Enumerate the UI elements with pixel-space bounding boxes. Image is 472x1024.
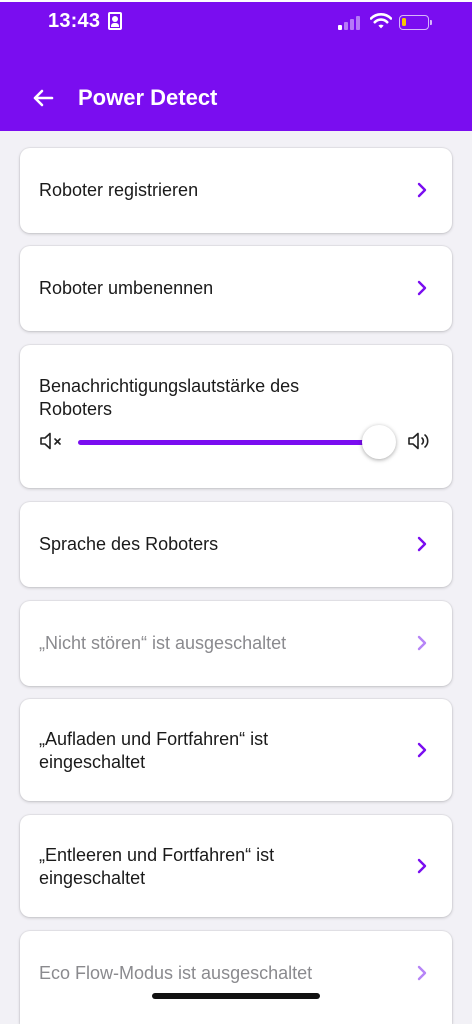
list-item-label: „Aufladen und Fortfahren“ ist eingeschal… [39,729,269,772]
chevron-right-icon [417,858,427,874]
top-border [0,0,472,2]
robot-language-item[interactable]: Sprache des Roboters [20,502,452,587]
volume-slider-thumb[interactable] [362,425,396,459]
do-not-disturb-item[interactable]: „Nicht stören“ ist ausgeschaltet [20,601,452,686]
eco-flow-mode-item[interactable]: Eco Flow-Modus ist ausgeschaltet [20,931,452,1024]
status-bar: 13:43 [0,8,472,36]
signal-icon [338,14,364,30]
sim-card-icon [108,12,122,30]
volume-up-icon[interactable] [406,430,434,452]
chevron-right-icon [417,742,427,758]
list-item-label: „Entleeren und Fortfahren“ ist eingescha… [39,845,275,888]
volume-slider-track[interactable] [78,440,378,445]
page-title: Power Detect [78,85,218,110]
battery-icon [399,15,432,30]
status-time: 13:43 [48,10,101,32]
wifi-icon [370,13,392,29]
volume-label: Benachrichtigungslautstärke des Roboters [39,376,300,419]
rename-robot-item[interactable]: Roboter umbenennen [20,246,452,331]
list-item-label: Roboter umbenennen [39,278,214,298]
app-header: 13:43 Power Detect [0,0,472,131]
chevron-right-icon [417,280,427,296]
list-item-label: Eco Flow-Modus ist ausgeschaltet [39,963,313,983]
register-robot-item[interactable]: Roboter registrieren [20,148,452,233]
chevron-right-icon [417,965,427,981]
back-arrow-icon[interactable] [30,84,56,112]
chevron-right-icon [417,536,427,552]
home-indicator[interactable] [152,993,320,999]
chevron-right-icon [417,182,427,198]
recharge-and-resume-item[interactable]: „Aufladen und Fortfahren“ ist eingeschal… [20,699,452,801]
list-item-label: „Nicht stören“ ist ausgeschaltet [39,633,287,653]
list-item-label: Sprache des Roboters [39,534,219,554]
empty-and-resume-item[interactable]: „Entleeren und Fortfahren“ ist eingescha… [20,815,452,917]
notification-volume-card: Benachrichtigungslautstärke des Roboters [20,345,452,488]
chevron-right-icon [417,635,427,651]
list-item-label: Roboter registrieren [39,180,199,200]
volume-mute-icon[interactable] [38,430,66,452]
